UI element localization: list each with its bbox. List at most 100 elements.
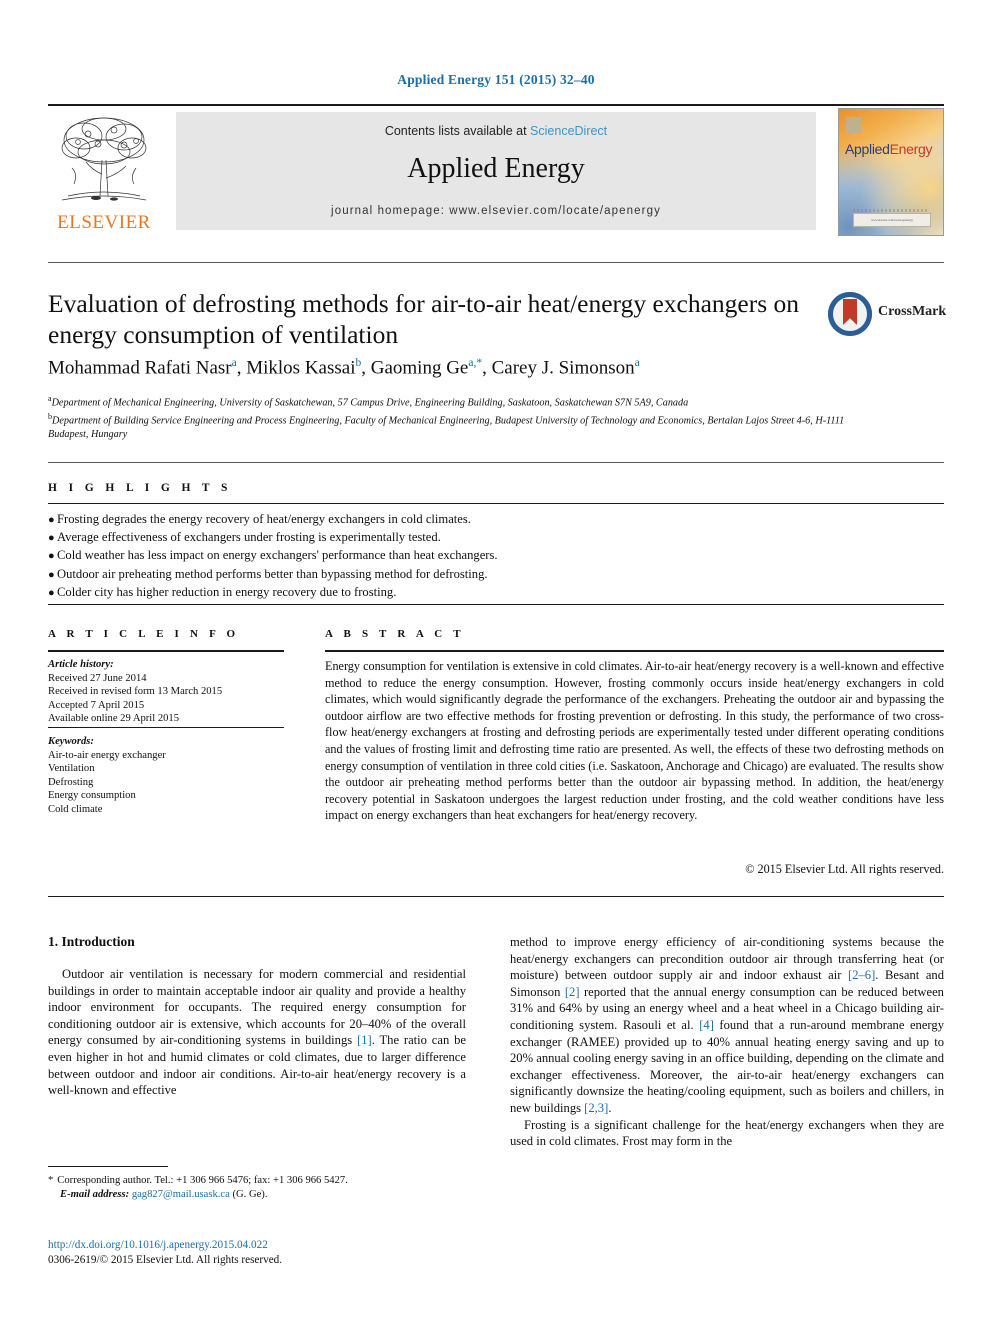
affiliation-text: Department of Building Service Engineeri… xyxy=(48,415,845,440)
doi-block: http://dx.doi.org/10.1016/j.apenergy.201… xyxy=(48,1238,478,1268)
journal-cover-thumbnail[interactable]: AppliedEnergy www.elsevier.com/locate/ap… xyxy=(838,108,944,236)
cover-title-energy: Energy xyxy=(889,141,933,157)
highlights-bottom-rule xyxy=(48,604,944,606)
highlight-text: Colder city has higher reduction in ener… xyxy=(57,584,397,599)
keywords-block: Keywords: Air-to-air energy exchanger Vent… xyxy=(48,735,298,817)
elsevier-logo: ELSEVIER xyxy=(48,112,160,233)
bullet-icon: ● xyxy=(48,532,55,545)
cover-title-applied: Applied xyxy=(845,141,890,157)
article-history-item: Received 27 June 2014 xyxy=(48,672,147,684)
bullet-icon: ● xyxy=(48,586,55,599)
keywords-separator-rule xyxy=(48,727,284,729)
body-column-right: method to improve energy efficiency of a… xyxy=(510,934,944,1150)
article-history-item: Received in revised form 13 March 2015 xyxy=(48,686,223,698)
crossmark-circle-icon xyxy=(828,292,872,336)
affiliation-list: aDepartment of Mechanical Engineering, U… xyxy=(48,392,876,441)
highlights-top-rule xyxy=(48,462,944,463)
abstract-bottom-rule xyxy=(48,896,944,898)
highlights-list: ● Frosting degrades the energy recovery o… xyxy=(48,511,748,602)
author-affiliation-mark: a,* xyxy=(468,357,483,369)
article-info-rule xyxy=(48,650,284,652)
keyword-item: Defrosting xyxy=(48,776,94,788)
keyword-item: Energy consumption xyxy=(48,790,136,802)
author-name: Gaoming Ge xyxy=(370,357,469,379)
crossmark-ribbon-icon xyxy=(843,299,857,325)
article-history: Article history: Received 27 June 2014 Rec… xyxy=(48,658,298,726)
bullet-icon: ● xyxy=(48,550,55,563)
citation-reference-link[interactable]: [4] xyxy=(699,1018,714,1032)
journal-band: Contents lists available at ScienceDirec… xyxy=(176,112,816,230)
footnote-line-1: * Corresponding author. Tel.: +1 306 966 … xyxy=(48,1174,468,1188)
abstract-text: Energy consumption for ventilation is ex… xyxy=(325,659,944,823)
sciencedirect-link[interactable]: ScienceDirect xyxy=(530,124,607,138)
keyword-item: Air-to-air energy exchanger xyxy=(48,749,166,761)
keyword-item: Ventilation xyxy=(48,763,95,775)
highlight-item: ● Frosting degrades the energy recovery o… xyxy=(48,511,748,529)
abstract-heading: A B S T R A C T xyxy=(325,628,465,640)
highlight-item: ● Average effectiveness of exchangers und… xyxy=(48,529,748,547)
corresponding-author-footnote: * Corresponding author. Tel.: +1 306 966 … xyxy=(48,1174,468,1203)
email-address-link[interactable]: gag827@mail.usask.ca xyxy=(132,1189,230,1200)
article-history-label: Article history: xyxy=(48,659,114,670)
issn-copyright-line: 0306-2619/© 2015 Elsevier Ltd. All right… xyxy=(48,1254,283,1266)
journal-title: Applied Energy xyxy=(407,153,585,184)
author-affiliation-mark: a xyxy=(634,357,640,369)
citation-reference-link[interactable]: [2–6] xyxy=(848,968,875,982)
affiliation-text: Department of Mechanical Engineering, Un… xyxy=(51,397,689,409)
highlight-text: Average effectiveness of exchangers unde… xyxy=(57,530,441,545)
article-history-item: Available online 29 April 2015 xyxy=(48,713,180,725)
footnote-rule xyxy=(48,1166,168,1167)
cover-footer-badge: www.elsevier.com/locate/apenergy xyxy=(853,213,931,227)
footnote-corresponding-text: Corresponding author. Tel.: +1 306 966 5… xyxy=(57,1175,348,1186)
contents-lists-line: Contents lists available at ScienceDirec… xyxy=(176,124,816,138)
keyword-item: Cold climate xyxy=(48,803,103,815)
highlight-text: Frosting degrades the energy recovery of… xyxy=(57,512,471,526)
journal-article-page: Applied Energy 151 (2015) 32–40 ELSEVIER… xyxy=(0,0,992,1323)
intro-paragraph-right-2: Frosting is a significant challenge for … xyxy=(510,1117,944,1149)
highlight-item: ● Outdoor air preheating method performs … xyxy=(48,566,748,584)
cover-title: AppliedEnergy xyxy=(845,141,932,157)
bullet-icon: ● xyxy=(48,568,55,581)
citation-reference-link[interactable]: [2,3] xyxy=(584,1101,608,1115)
section-heading-introduction: 1. Introduction xyxy=(48,934,135,949)
running-head: Applied Energy 151 (2015) 32–40 xyxy=(397,72,595,87)
masthead-bottom-rule xyxy=(48,262,944,263)
author-name: Miklos Kassai xyxy=(246,357,356,379)
highlights-heading: H I G H L I G H T S xyxy=(48,482,232,494)
article-info-heading: A R T I C L E I N F O xyxy=(48,628,240,640)
citation-reference-link[interactable]: [1] xyxy=(357,1033,372,1047)
keywords-label: Keywords: xyxy=(48,736,94,747)
elsevier-tree-icon xyxy=(61,117,147,201)
highlights-mid-rule xyxy=(48,503,944,505)
doi-link[interactable]: http://dx.doi.org/10.1016/j.apenergy.201… xyxy=(48,1238,478,1253)
abstract-rule xyxy=(325,650,944,652)
highlight-item: ● Colder city has higher reduction in ene… xyxy=(48,584,748,602)
body-column-left: Outdoor air ventilation is necessary for… xyxy=(48,966,466,1099)
bullet-icon: ● xyxy=(48,514,55,526)
abstract-copyright: © 2015 Elsevier Ltd. All rights reserved… xyxy=(745,862,944,876)
footnote-line-2: E-mail address: gag827@mail.usask.ca (G.… xyxy=(48,1188,468,1202)
cover-footer-rule xyxy=(853,209,929,212)
author-list: Mohammad Rafati Nasra, Miklos Kassaib, G… xyxy=(48,357,640,379)
author-affiliation-mark: b xyxy=(355,357,362,369)
elsevier-wordmark: ELSEVIER xyxy=(57,212,151,233)
journal-homepage-link[interactable]: journal homepage: www.elsevier.com/locat… xyxy=(176,205,816,217)
page-title: Evaluation of defrosting methods for air… xyxy=(48,289,800,349)
cover-elsevier-mini-logo xyxy=(846,117,862,133)
article-history-item: Accepted 7 April 2015 xyxy=(48,699,145,711)
email-address-label: E-mail address: xyxy=(60,1189,130,1201)
affiliation-item: aDepartment of Mechanical Engineering, U… xyxy=(48,392,876,410)
contents-prefix: Contents lists available at xyxy=(384,124,531,138)
crossmark-inner-circle xyxy=(833,297,867,331)
citation-reference-link[interactable]: [2] xyxy=(565,985,580,999)
intro-paragraph-right-1: method to improve energy efficiency of a… xyxy=(510,935,945,1115)
footnote-asterisk: * xyxy=(48,1175,54,1186)
highlight-text: Cold weather has less impact on energy e… xyxy=(57,548,498,563)
email-owner: (G. Ge). xyxy=(232,1189,268,1201)
crossmark-label: CrossMark xyxy=(878,304,947,319)
crossmark-badge[interactable]: CrossMark xyxy=(820,290,947,340)
affiliation-item: bDepartment of Building Service Engineer… xyxy=(48,410,876,441)
highlight-text: Outdoor air preheating method performs b… xyxy=(57,566,488,581)
author-name: Carey J. Simonson xyxy=(491,357,635,379)
journal-masthead: ELSEVIER Contents lists available at Sci… xyxy=(48,104,944,236)
